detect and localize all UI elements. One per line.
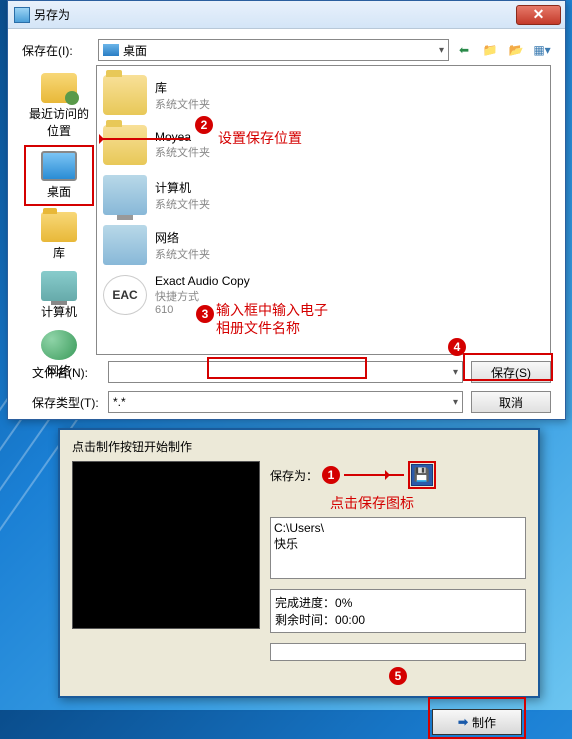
- annotation-badge: 1: [322, 466, 340, 484]
- saveas-label: 保存为：: [270, 467, 318, 484]
- annotation-highlight: ➡ 制作: [428, 697, 526, 739]
- location-combo[interactable]: 桌面 ▾: [98, 39, 449, 61]
- new-folder-icon[interactable]: 📂: [507, 41, 525, 59]
- place-recent[interactable]: 最近访问的位置: [24, 69, 94, 143]
- computer-icon: [103, 175, 147, 215]
- progress-info: 完成进度：0% 剩余时间：00:00: [270, 589, 526, 633]
- place-desktop[interactable]: 桌面: [24, 145, 94, 206]
- network-icon: [103, 225, 147, 265]
- desktop-icon: [41, 151, 77, 181]
- filename-label: 文件名(N):: [22, 364, 100, 381]
- preview-area: [72, 461, 260, 629]
- places-bar: 最近访问的位置 桌面 库 计算机 网络: [22, 65, 96, 355]
- make-panel: 点击制作按钮开始制作 保存为： 1 💾 点击保存图标 C:\Users\ 快乐 …: [58, 428, 540, 698]
- close-button[interactable]: ✕: [516, 5, 561, 25]
- filename-combo[interactable]: ▾: [108, 361, 463, 383]
- make-button[interactable]: ➡ 制作: [432, 709, 522, 735]
- computer-icon: [41, 271, 77, 301]
- library-icon: [103, 75, 147, 115]
- file-list[interactable]: 库系统文件夹 Moyea系统文件夹 计算机系统文件夹 网络系统文件夹 EAC E…: [96, 65, 551, 355]
- annotation-text: 点击保存图标: [330, 493, 572, 513]
- filetype-input[interactable]: [109, 395, 453, 409]
- recent-icon: [41, 73, 77, 103]
- filetype-label: 保存类型(T):: [22, 394, 100, 411]
- folder-icon: [103, 125, 147, 165]
- desktop-icon: [103, 44, 119, 56]
- back-icon[interactable]: ⬅: [455, 41, 473, 59]
- annotation-badge: 5: [389, 667, 407, 685]
- chevron-down-icon: ▾: [453, 367, 458, 378]
- network-icon: [41, 330, 77, 360]
- list-item[interactable]: 库系统文件夹: [101, 70, 546, 120]
- list-item[interactable]: EAC Exact Audio Copy快捷方式610: [101, 270, 546, 320]
- list-item[interactable]: Moyea系统文件夹: [101, 120, 546, 170]
- annotation-arrow: [344, 474, 404, 476]
- place-library[interactable]: 库: [24, 208, 94, 265]
- progress-bar: [270, 643, 526, 661]
- eac-icon: EAC: [103, 275, 147, 315]
- list-item[interactable]: 计算机系统文件夹: [101, 170, 546, 220]
- title-bar: 另存为 ✕: [8, 1, 565, 29]
- chevron-down-icon: ▾: [439, 45, 444, 56]
- up-icon[interactable]: 📁: [481, 41, 499, 59]
- save-in-label: 保存在(I):: [22, 42, 92, 59]
- dialog-title: 另存为: [34, 6, 516, 23]
- annotation-arrow: [100, 138, 190, 140]
- filename-input[interactable]: [109, 365, 453, 379]
- save-icon[interactable]: 💾: [411, 464, 433, 486]
- library-icon: [41, 212, 77, 242]
- save-button[interactable]: 保存(S): [471, 361, 551, 383]
- path-display: C:\Users\ 快乐: [270, 517, 526, 579]
- location-value: 桌面: [123, 42, 147, 59]
- view-menu-icon[interactable]: ▦▾: [533, 41, 551, 59]
- panel-title: 点击制作按钮开始制作: [72, 438, 526, 455]
- filetype-combo[interactable]: ▾: [108, 391, 463, 413]
- list-item[interactable]: 网络系统文件夹: [101, 220, 546, 270]
- cancel-button[interactable]: 取消: [471, 391, 551, 413]
- dialog-icon: [14, 7, 30, 23]
- chevron-down-icon: ▾: [453, 397, 458, 408]
- arrow-right-icon: ➡: [458, 715, 468, 729]
- save-as-dialog: 另存为 ✕ 保存在(I): 桌面 ▾ ⬅ 📁 📂 ▦▾ 最近访问的位置 桌面 库…: [7, 0, 566, 420]
- place-computer[interactable]: 计算机: [24, 267, 94, 324]
- annotation-highlight: 💾: [408, 461, 436, 489]
